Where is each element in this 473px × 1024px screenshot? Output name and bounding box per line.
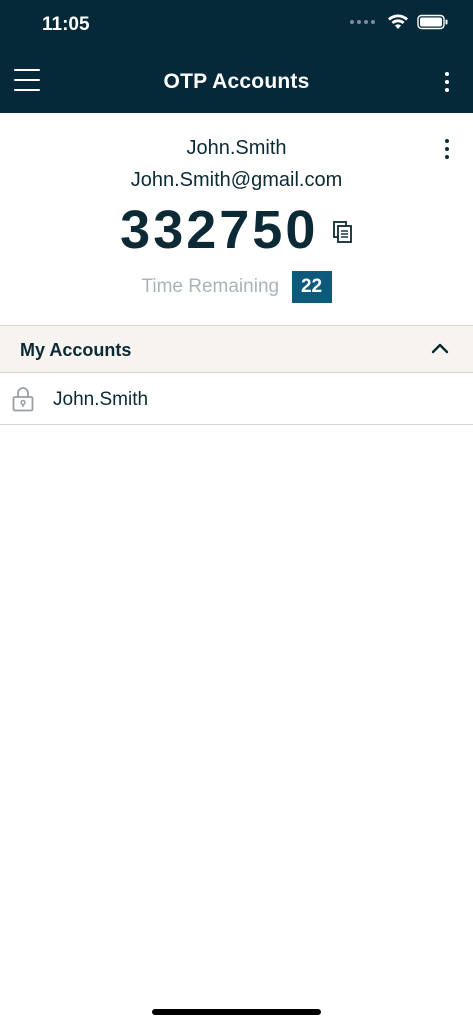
status-icons bbox=[350, 14, 449, 30]
timer-row: Time Remaining 22 bbox=[0, 271, 473, 303]
account-item-label: John.Smith bbox=[53, 389, 149, 410]
app-bar: OTP Accounts bbox=[0, 52, 473, 113]
copy-icon[interactable] bbox=[332, 220, 353, 248]
battery-icon bbox=[417, 14, 448, 30]
more-options-icon[interactable] bbox=[437, 70, 457, 94]
lock-icon bbox=[12, 387, 34, 412]
status-time: 11:05 bbox=[42, 14, 90, 35]
page-title: OTP Accounts bbox=[163, 70, 310, 93]
account-email: John.Smith@gmail.com bbox=[130, 169, 343, 191]
otp-card: John.Smith John.Smith@gmail.com 332750 T… bbox=[0, 113, 473, 325]
time-remaining-label: Time Remaining bbox=[141, 276, 280, 297]
otp-code: 332750 bbox=[120, 200, 319, 260]
section-title: My Accounts bbox=[20, 340, 132, 360]
status-bar: 11:05 bbox=[0, 0, 473, 52]
otp-code-row: 332750 bbox=[0, 199, 473, 265]
chevron-up-icon[interactable] bbox=[431, 342, 449, 354]
wifi-icon bbox=[388, 14, 408, 29]
my-accounts-header[interactable]: My Accounts bbox=[0, 325, 473, 373]
account-name: John.Smith bbox=[186, 137, 287, 159]
home-indicator bbox=[152, 1009, 321, 1015]
account-list-item[interactable]: John.Smith bbox=[0, 373, 473, 425]
cellular-signal-icon bbox=[350, 20, 375, 24]
time-remaining-badge: 22 bbox=[291, 271, 332, 303]
